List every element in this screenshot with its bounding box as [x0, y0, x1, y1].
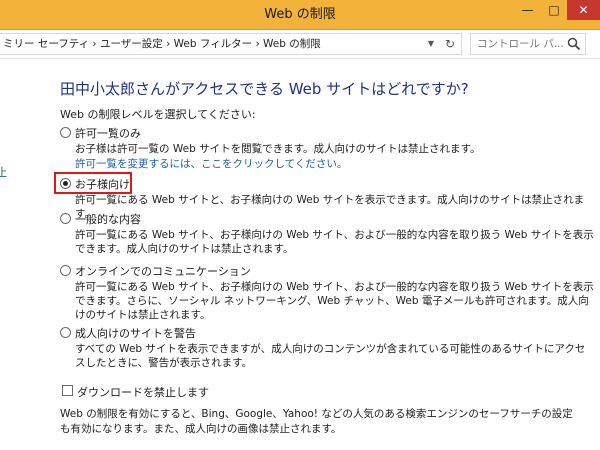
maximize-button[interactable]: □ — [541, 0, 567, 20]
option-description: 許可一覧にある Web サイト、お子様向けの Web サイト、および一般的な内容… — [75, 281, 594, 321]
breadcrumb[interactable]: ミリー セーフティ › ユーザー設定 › Web フィルター › Web の制限… — [0, 33, 462, 55]
option-label[interactable]: 許可一覧のみ — [75, 125, 141, 141]
radio-allow-list-only[interactable] — [60, 127, 71, 138]
instruction-text: Web の制限レベルを選択してください: — [60, 108, 256, 121]
refresh-icon[interactable]: ↻ — [440, 34, 460, 54]
option-description: 許可一覧にある Web サイト、お子様向けの Web サイト、および一般的な内容… — [75, 229, 594, 255]
window-title: Web の制限 — [264, 7, 336, 22]
search-icon[interactable] — [567, 37, 581, 51]
block-downloads-checkbox[interactable] — [62, 385, 73, 396]
close-button[interactable]: ✕ — [567, 0, 600, 20]
block-downloads-label[interactable]: ダウンロードを禁止します — [77, 384, 209, 400]
option-description: すべての Web サイトを表示できますが、成人向けのコンテンツが含まれている可能… — [75, 343, 586, 369]
search-input[interactable]: コントロール パ... — [470, 33, 586, 55]
radio-general-interest[interactable] — [60, 213, 71, 224]
title-bar: Web の制限 — □ ✕ — [0, 0, 600, 30]
safesearch-note: Web の制限を有効にすると、Bing、Google、Yahoo! などの人気の… — [60, 408, 573, 435]
option-description: 許可一覧にある Web サイトと、お子様向けの Web サイトを表示できます。成… — [75, 194, 585, 220]
page-title: 田中小太郎さんがアクセスできる Web サイトはどれですか? — [60, 80, 469, 98]
option-label[interactable]: 一般的な内容 — [75, 211, 141, 227]
left-panel-link[interactable]: 止 — [0, 164, 7, 180]
option-description: お子様は許可一覧の Web サイトを閲覧できます。成人向けのサイトは禁止されます… — [75, 143, 481, 155]
radio-child-friendly[interactable] — [60, 178, 71, 189]
radio-warn-adult[interactable] — [60, 327, 71, 338]
option-label[interactable]: 成人向けのサイトを警告 — [75, 325, 196, 341]
minimize-button[interactable]: — — [514, 0, 541, 20]
option-label[interactable]: オンラインでのコミュニケーション — [75, 263, 251, 279]
edit-allow-list-link[interactable]: 許可一覧を変更するには、ここをクリックしてください。 — [75, 156, 347, 171]
radio-online-communication[interactable] — [60, 265, 71, 276]
option-label[interactable]: お子様向け — [75, 176, 130, 192]
address-bar: ミリー セーフティ › ユーザー設定 › Web フィルター › Web の制限… — [0, 31, 600, 59]
breadcrumb-text[interactable]: ミリー セーフティ › ユーザー設定 › Web フィルター › Web の制限 — [3, 34, 321, 54]
chevron-down-icon[interactable]: ▼ — [422, 34, 440, 54]
search-placeholder: コントロール パ... — [477, 38, 564, 50]
